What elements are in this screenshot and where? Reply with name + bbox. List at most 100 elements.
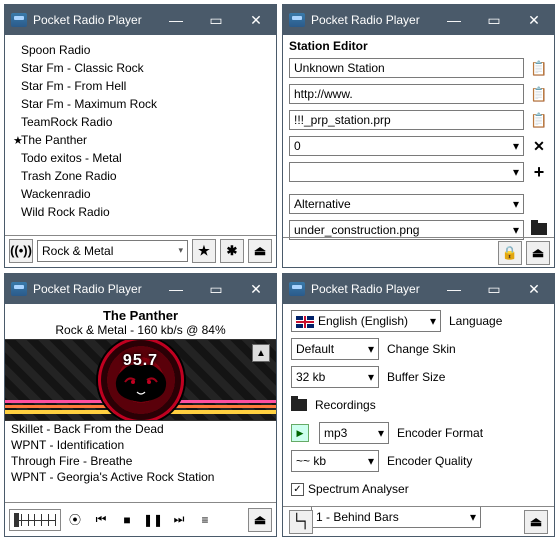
close-button[interactable]: ✕ (236, 5, 276, 35)
chevron-down-icon: ▾ (368, 370, 374, 384)
station-url-input[interactable] (289, 84, 524, 104)
player-controls: ⦿ ⏮ ■ ❚❚ ⏭ ≡ ⏏ (5, 502, 276, 536)
buffer-label: Buffer Size (387, 370, 445, 384)
encoder-quality-label: Encoder Quality (387, 454, 472, 468)
window-station-list: Pocket Radio Player — ▭ ✕ Spoon Radio Sta… (4, 4, 277, 268)
lock-button[interactable]: 🔒 (498, 241, 522, 265)
settings-toolbar: └┐ ⏏ (283, 506, 554, 536)
station-row[interactable]: Todo exitos - Metal (7, 149, 274, 167)
eject-button[interactable]: ⏏ (526, 241, 550, 265)
record-button[interactable]: ⦿ (63, 508, 87, 532)
minimize-button[interactable]: — (156, 5, 196, 35)
encoder-format-select[interactable]: mp3▾ (319, 422, 389, 444)
skin-select[interactable]: Default▾ (291, 338, 379, 360)
station-row[interactable]: Wackenradio (7, 185, 274, 203)
connection-icon[interactable]: └┐ (289, 510, 313, 534)
star-icon: ★ (13, 134, 23, 147)
titlebar[interactable]: Pocket Radio Player — ▭ ✕ (5, 274, 276, 304)
volume-slider[interactable] (9, 509, 61, 531)
history-row[interactable]: WPNT - Georgia's Active Rock Station (5, 469, 276, 485)
spectrum-checkbox[interactable]: ✓ Spectrum Analyser (291, 482, 409, 496)
app-icon (11, 282, 27, 296)
station-name: Todo exitos - Metal (21, 151, 122, 165)
encoder-quality-select[interactable]: ~~ kb▾ (291, 450, 379, 472)
close-button[interactable]: ✕ (514, 274, 554, 304)
expand-artwork-button[interactable]: ▲ (252, 344, 270, 362)
window-station-editor: Pocket Radio Player — ▭ ✕ Station Editor… (282, 4, 555, 268)
checkbox-icon: ✓ (291, 483, 304, 496)
language-label: Language (449, 314, 502, 328)
track-history[interactable]: Skillet - Back From the DeadWPNT - Ident… (5, 421, 276, 485)
buffer-select[interactable]: 32 kb▾ (291, 366, 379, 388)
window-settings: Pocket Radio Player — ▭ ✕ English (Engli… (282, 273, 555, 537)
station-row[interactable]: Trash Zone Radio (7, 167, 274, 185)
broadcast-icon[interactable]: ((•)) (9, 239, 33, 263)
station-row[interactable]: ★The Panther (7, 131, 274, 149)
station-row[interactable]: Spoon Radio (7, 41, 274, 59)
clipboard-icon[interactable]: 📋 (530, 112, 548, 129)
minimize-button[interactable]: — (434, 5, 474, 35)
recordings-label: Recordings (315, 398, 376, 412)
titlebar[interactable]: Pocket Radio Player — ▭ ✕ (283, 274, 554, 304)
maximize-button[interactable]: ▭ (196, 5, 236, 35)
app-icon (289, 13, 305, 27)
station-row[interactable]: Star Fm - From Hell (7, 77, 274, 95)
station-row[interactable]: Star Fm - Classic Rock (7, 59, 274, 77)
genre-select[interactable]: Alternative▾ (289, 194, 524, 214)
maximize-button[interactable]: ▭ (474, 5, 514, 35)
pause-button[interactable]: ❚❚ (141, 508, 165, 532)
menu-button[interactable]: ≡ (193, 508, 217, 532)
genre-select[interactable]: Rock & Metal ▾ (37, 240, 188, 262)
station-editor-form: Station Editor 📋 📋 📋 0▾ ✕ ▾ (283, 35, 554, 249)
close-button[interactable]: ✕ (236, 274, 276, 304)
window-player: Pocket Radio Player — ▭ ✕ The Panther Ro… (4, 273, 277, 537)
add-icon[interactable]: + (530, 162, 548, 183)
close-button[interactable]: ✕ (514, 5, 554, 35)
extra-select[interactable]: ▾ (289, 162, 524, 182)
station-row[interactable]: Star Fm - Maximum Rock (7, 95, 274, 113)
editor-heading: Station Editor (289, 39, 548, 53)
station-name: Star Fm - Maximum Rock (21, 97, 157, 111)
app-icon (11, 13, 27, 27)
settings-button[interactable]: ✱ (220, 239, 244, 263)
station-name: Spoon Radio (21, 43, 90, 57)
stop-button[interactable]: ■ (115, 508, 139, 532)
genre-value: Rock & Metal (42, 244, 113, 258)
eject-button[interactable]: ⏏ (248, 239, 272, 263)
maximize-button[interactable]: ▭ (474, 274, 514, 304)
delete-icon[interactable]: ✕ (530, 138, 548, 155)
history-row[interactable]: WPNT - Identification (5, 437, 276, 453)
folder-icon[interactable] (530, 222, 548, 238)
chevron-down-icon: ▾ (378, 426, 384, 440)
minimize-button[interactable]: — (434, 274, 474, 304)
clipboard-icon[interactable]: 📋 (530, 86, 548, 103)
eject-button[interactable]: ⏏ (248, 508, 272, 532)
chevron-down-icon: ▾ (513, 197, 519, 211)
favorite-button[interactable]: ★ (192, 239, 216, 263)
station-row[interactable]: TeamRock Radio (7, 113, 274, 131)
next-button[interactable]: ⏭ (167, 508, 191, 532)
titlebar[interactable]: Pocket Radio Player — ▭ ✕ (5, 5, 276, 35)
chevron-down-icon: ▾ (178, 245, 183, 256)
prev-button[interactable]: ⏮ (89, 508, 113, 532)
spectrum-label: Spectrum Analyser (308, 482, 409, 496)
station-row[interactable]: Wild Rock Radio (7, 203, 274, 221)
history-row[interactable]: Skillet - Back From the Dead (5, 421, 276, 437)
chevron-down-icon: ▾ (513, 139, 519, 153)
history-row[interactable]: Through Fire - Breathe (5, 453, 276, 469)
bitrate-select[interactable]: 0▾ (289, 136, 524, 156)
station-name: Star Fm - From Hell (21, 79, 126, 93)
clipboard-icon[interactable]: 📋 (530, 60, 548, 77)
station-list[interactable]: Spoon Radio Star Fm - Classic Rock Star Fm… (5, 35, 276, 235)
maximize-button[interactable]: ▭ (196, 274, 236, 304)
station-name-input[interactable] (289, 58, 524, 78)
language-select[interactable]: English (English) ▾ (291, 310, 441, 332)
minimize-button[interactable]: — (156, 274, 196, 304)
app-icon (289, 282, 305, 296)
station-artwork: 95.7 ▲ (5, 339, 276, 421)
eject-button[interactable]: ⏏ (524, 510, 548, 534)
folder-icon[interactable] (291, 399, 307, 411)
titlebar[interactable]: Pocket Radio Player — ▭ ✕ (283, 5, 554, 35)
station-name: TeamRock Radio (21, 115, 112, 129)
station-file-input[interactable] (289, 110, 524, 130)
